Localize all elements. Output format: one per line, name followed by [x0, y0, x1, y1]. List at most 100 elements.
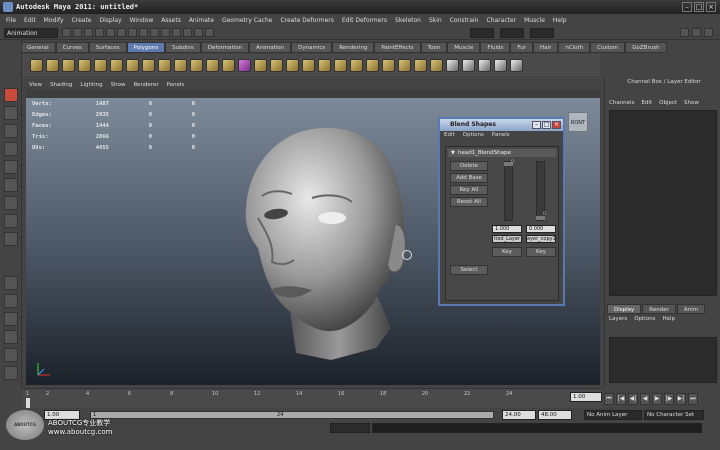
- shelf-tab-muscle[interactable]: Muscle: [447, 42, 481, 53]
- shelf-tab-gozbrush[interactable]: GoZBrush: [625, 42, 667, 53]
- manipulator-icon[interactable]: [402, 250, 412, 260]
- lasso-tool-icon[interactable]: [4, 106, 18, 120]
- viewport-toolbar[interactable]: [26, 89, 600, 98]
- offset-edge-loop-icon[interactable]: [382, 58, 395, 72]
- menu-animate[interactable]: Animate: [189, 17, 214, 24]
- smooth-icon[interactable]: [238, 58, 251, 72]
- append-polygon-icon[interactable]: [318, 58, 331, 72]
- layer-tab-render[interactable]: Render: [642, 304, 676, 314]
- shelf-tab-ncloth[interactable]: nCloth: [558, 42, 591, 53]
- step-forward-icon[interactable]: |▶: [664, 393, 674, 405]
- shelf-tab-custom[interactable]: Custom: [590, 42, 626, 53]
- menu-window[interactable]: Window: [130, 17, 154, 24]
- poly-cube-icon[interactable]: [30, 58, 43, 72]
- blend-menu-edit[interactable]: Edit: [444, 132, 455, 138]
- reset-all-button[interactable]: Reset All: [450, 197, 488, 207]
- current-time-field[interactable]: 1.00: [570, 392, 602, 402]
- minimize-button[interactable]: –: [682, 2, 692, 12]
- layer-list[interactable]: [609, 337, 717, 383]
- layer-menu-options[interactable]: Options: [634, 316, 655, 322]
- menu-modify[interactable]: Modify: [44, 17, 64, 24]
- select-component-icon[interactable]: [117, 28, 126, 37]
- snap-view-icon[interactable]: [161, 28, 170, 37]
- open-scene-icon[interactable]: [73, 28, 82, 37]
- input-field-z[interactable]: [530, 28, 554, 38]
- channel-box-area[interactable]: [609, 110, 717, 296]
- shelf-tab-fur[interactable]: Fur: [510, 42, 534, 53]
- snap-curve-icon[interactable]: [139, 28, 148, 37]
- layer-menu-help[interactable]: Help: [662, 316, 675, 322]
- poly-helix-icon[interactable]: [174, 58, 187, 72]
- toggle-sidebar-icon[interactable]: [680, 28, 689, 37]
- play-forward-icon[interactable]: ▶: [652, 393, 662, 405]
- viewport-menu-show[interactable]: Show: [111, 82, 126, 88]
- spherical-mapping-icon[interactable]: [478, 58, 491, 72]
- key-target-1-button[interactable]: Key: [492, 247, 522, 257]
- shelf-tab-curves[interactable]: Curves: [55, 42, 89, 53]
- viewport-menu-panels[interactable]: Panels: [167, 82, 185, 88]
- planar-mapping-icon[interactable]: [446, 58, 459, 72]
- channel-menu-object[interactable]: Object: [659, 100, 677, 106]
- automatic-mapping-icon[interactable]: [494, 58, 507, 72]
- poly-pipe-icon[interactable]: [158, 58, 171, 72]
- combine-icon[interactable]: [190, 58, 203, 72]
- render-settings-icon[interactable]: [205, 28, 214, 37]
- shelf-tab-fluids[interactable]: Fluids: [480, 42, 511, 53]
- snap-point-icon[interactable]: [150, 28, 159, 37]
- shelf-tab-polygons[interactable]: Polygons: [126, 42, 166, 53]
- collapse-arrow-icon[interactable]: ▼: [451, 149, 455, 157]
- menu-muscle[interactable]: Muscle: [524, 17, 545, 24]
- separate-icon[interactable]: [206, 58, 219, 72]
- end-time-field[interactable]: 48.00: [538, 410, 572, 420]
- viewport-menu-shading[interactable]: Shading: [50, 82, 72, 88]
- character-set-dropdown[interactable]: No Character Set: [644, 410, 704, 420]
- poly-plane-icon[interactable]: [94, 58, 107, 72]
- anim-layer-dropdown[interactable]: No Anim Layer: [584, 410, 642, 420]
- poly-prism-icon[interactable]: [126, 58, 139, 72]
- insert-edge-loop-icon[interactable]: [366, 58, 379, 72]
- mel-input[interactable]: [330, 423, 370, 433]
- layer-tab-anim[interactable]: Anim: [676, 304, 706, 314]
- attribute-editor-icon[interactable]: [692, 28, 701, 37]
- target-slider-1[interactable]: 0: [504, 160, 514, 221]
- soft-modification-icon[interactable]: [4, 214, 18, 228]
- menu-create[interactable]: Create: [72, 17, 92, 24]
- menu-edit[interactable]: Edit: [24, 17, 36, 24]
- poly-torus-icon[interactable]: [110, 58, 123, 72]
- blend-menu-panels[interactable]: Panels: [492, 132, 510, 138]
- move-tool-icon[interactable]: [4, 142, 18, 156]
- step-forward-key-icon[interactable]: ▶|: [676, 393, 686, 405]
- target-weight-field-2[interactable]: 0.000: [526, 225, 556, 233]
- menu-constrain[interactable]: Constrain: [450, 17, 479, 24]
- menu-character[interactable]: Character: [487, 17, 517, 24]
- shelf-tab-surfaces[interactable]: Surfaces: [88, 42, 127, 53]
- key-target-2-button[interactable]: Key: [526, 247, 556, 257]
- channel-menu-channels[interactable]: Channels: [609, 100, 634, 106]
- poly-pyramid-icon[interactable]: [142, 58, 155, 72]
- step-back-key-icon[interactable]: |◀: [616, 393, 626, 405]
- select-hierarchy-icon[interactable]: [95, 28, 104, 37]
- boolean-union-icon[interactable]: [254, 58, 267, 72]
- shelf-tab-toon[interactable]: Toon: [420, 42, 448, 53]
- bevel-icon[interactable]: [414, 58, 427, 72]
- sculpt-geometry-icon[interactable]: [430, 58, 443, 72]
- go-to-start-icon[interactable]: ⏮: [604, 393, 614, 405]
- select-object-icon[interactable]: [106, 28, 115, 37]
- poly-cone-icon[interactable]: [78, 58, 91, 72]
- shelf-tab-general[interactable]: General: [20, 42, 56, 53]
- menu-edit-deformers[interactable]: Edit Deformers: [342, 17, 387, 24]
- layer-tab-display[interactable]: Display: [607, 304, 642, 314]
- menu-set-dropdown[interactable]: Animation: [4, 28, 58, 38]
- single-perspective-layout-icon[interactable]: [4, 276, 18, 290]
- extract-icon[interactable]: [222, 58, 235, 72]
- slider-thumb[interactable]: [504, 162, 513, 166]
- target-weight-field-1[interactable]: 1.000: [492, 225, 522, 233]
- persp-graph-layout-icon[interactable]: [4, 312, 18, 326]
- playback-end-field[interactable]: 24.00: [502, 410, 536, 420]
- shelf-tab-subdivs[interactable]: Subdivs: [165, 42, 201, 53]
- blend-menu-options[interactable]: Options: [463, 132, 484, 138]
- uv-texture-editor-icon[interactable]: [510, 58, 523, 72]
- menu-assets[interactable]: Assets: [161, 17, 181, 24]
- four-view-layout-icon[interactable]: [4, 294, 18, 308]
- input-field-x[interactable]: [470, 28, 494, 38]
